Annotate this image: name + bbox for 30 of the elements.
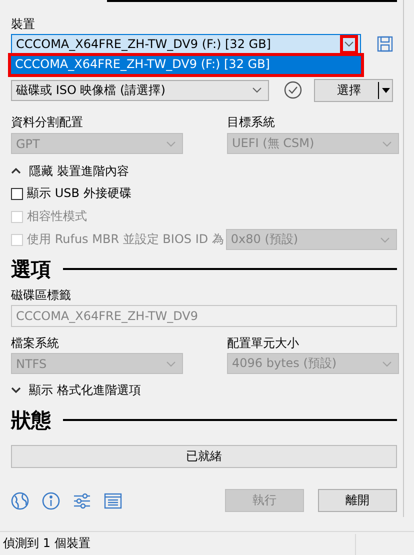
action-button[interactable]: 離開	[318, 489, 397, 512]
progress-status-text: 已就緒	[186, 448, 222, 465]
info-icon[interactable]	[42, 492, 60, 510]
checkbox-label: 使用 Rufus MBR 並設定 BIOS ID 為	[27, 231, 224, 248]
field-label: 資料分割配置	[11, 114, 84, 130]
expand-icon[interactable]	[11, 387, 21, 393]
checkmark-icon	[284, 81, 302, 99]
device-dropdown[interactable]: CCCOMA_X64FRE_ZH-TW_DV9 (F:) [32 GB]	[11, 34, 361, 54]
status-bar-text: 偵測到 1 個裝置	[3, 535, 90, 552]
collapse-icon[interactable]	[11, 168, 21, 174]
dropdown-arrow-icon[interactable]	[382, 88, 390, 92]
section-heading: 選項	[11, 256, 51, 282]
field-label: 檔案系統	[11, 335, 60, 351]
advanced-toggle-link[interactable]: 隱藏 裝置進階內容	[29, 162, 129, 180]
advanced-toggle-link[interactable]: 顯示 格式化進階選項	[29, 382, 141, 398]
checkbox[interactable]	[11, 188, 23, 200]
field-label: 裝置	[11, 16, 36, 32]
log-list-icon[interactable]	[104, 492, 122, 510]
save-icon[interactable]	[377, 36, 393, 52]
settings-sliders-icon[interactable]	[73, 492, 91, 510]
globe-icon[interactable]	[11, 492, 29, 510]
checkbox-label: 相容性模式	[27, 208, 87, 225]
dropdown-option[interactable]: CCCOMA_X64FRE_ZH-TW_DV9 (F:) [32 GB]	[11, 56, 361, 74]
boot-selection-dropdown[interactable]: 磁碟或 ISO 映像檔 (請選擇)	[11, 80, 269, 100]
field-label: 磁碟區標籤	[11, 287, 72, 303]
field-label: 目標系統	[227, 114, 276, 130]
section-heading: 狀態	[11, 406, 51, 434]
select-button[interactable]: 選擇	[314, 78, 393, 102]
checkbox-label: 顯示 USB 外接硬碟	[27, 185, 132, 202]
field-label: 配置單元大小	[227, 335, 300, 351]
